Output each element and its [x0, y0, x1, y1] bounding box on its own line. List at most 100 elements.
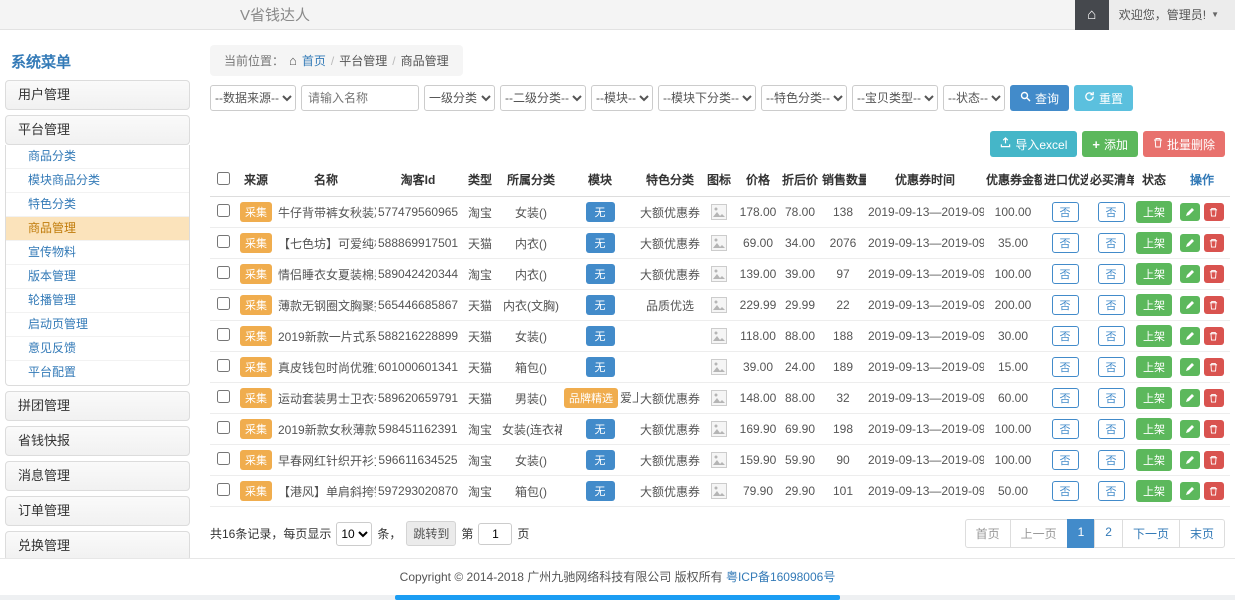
status-button[interactable]: 上架: [1136, 263, 1172, 285]
edit-button[interactable]: [1180, 451, 1200, 469]
import-select-toggle[interactable]: 否: [1052, 419, 1079, 439]
scrollbar-thumb[interactable]: [395, 595, 840, 600]
import-excel-button[interactable]: 导入excel: [990, 131, 1077, 157]
page-size-select[interactable]: 10: [336, 522, 372, 546]
sidebar-subitem-平台配置[interactable]: 平台配置: [6, 361, 189, 385]
sidebar-item-消息管理[interactable]: 消息管理: [5, 461, 190, 491]
sidebar-subitem-启动页管理[interactable]: 启动页管理: [6, 313, 189, 337]
filter-select-3[interactable]: --二级分类--: [500, 85, 586, 111]
import-select-toggle[interactable]: 否: [1052, 233, 1079, 253]
search-button[interactable]: 查询: [1010, 85, 1069, 111]
icp-link[interactable]: 粤ICP备16098006号: [726, 570, 835, 584]
page-button-末页[interactable]: 末页: [1179, 519, 1225, 548]
sidebar-item-平台管理[interactable]: 平台管理: [5, 115, 190, 145]
must-buy-toggle[interactable]: 否: [1098, 450, 1125, 470]
sidebar-subitem-版本管理[interactable]: 版本管理: [6, 265, 189, 289]
status-button[interactable]: 上架: [1136, 387, 1172, 409]
sidebar-item-订单管理[interactable]: 订单管理: [5, 496, 190, 526]
status-button[interactable]: 上架: [1136, 325, 1172, 347]
edit-button[interactable]: [1180, 327, 1200, 345]
filter-select-0[interactable]: --数据来源--: [210, 85, 296, 111]
sidebar-subitem-意见反馈[interactable]: 意见反馈: [6, 337, 189, 361]
sidebar-subitem-商品管理[interactable]: 商品管理: [6, 217, 189, 241]
row-checkbox[interactable]: [217, 266, 230, 279]
must-buy-toggle[interactable]: 否: [1098, 419, 1125, 439]
filter-select-2[interactable]: 一级分类: [424, 85, 495, 111]
import-select-toggle[interactable]: 否: [1052, 357, 1079, 377]
delete-button[interactable]: [1204, 389, 1224, 407]
import-select-toggle[interactable]: 否: [1052, 388, 1079, 408]
edit-button[interactable]: [1180, 296, 1200, 314]
status-button[interactable]: 上架: [1136, 480, 1172, 502]
row-checkbox[interactable]: [217, 483, 230, 496]
row-checkbox[interactable]: [217, 235, 230, 248]
import-select-toggle[interactable]: 否: [1052, 295, 1079, 315]
page-number-input[interactable]: [478, 523, 512, 545]
edit-button[interactable]: [1180, 358, 1200, 376]
select-all-checkbox[interactable]: [217, 172, 230, 185]
sidebar-subitem-模块商品分类[interactable]: 模块商品分类: [6, 169, 189, 193]
must-buy-toggle[interactable]: 否: [1098, 326, 1125, 346]
sidebar-subitem-特色分类[interactable]: 特色分类: [6, 193, 189, 217]
import-select-toggle[interactable]: 否: [1052, 326, 1079, 346]
page-button-首页[interactable]: 首页: [965, 519, 1011, 548]
delete-button[interactable]: [1204, 296, 1224, 314]
user-menu[interactable]: 欢迎您，管理员! ▼: [1109, 6, 1235, 23]
delete-button[interactable]: [1204, 234, 1224, 252]
delete-button[interactable]: [1204, 482, 1224, 500]
status-button[interactable]: 上架: [1136, 201, 1172, 223]
must-buy-toggle[interactable]: 否: [1098, 481, 1125, 501]
row-checkbox[interactable]: [217, 297, 230, 310]
sidebar-item-省钱快报[interactable]: 省钱快报: [5, 426, 190, 456]
row-checkbox[interactable]: [217, 421, 230, 434]
delete-button[interactable]: [1204, 327, 1224, 345]
status-button[interactable]: 上架: [1136, 356, 1172, 378]
must-buy-toggle[interactable]: 否: [1098, 295, 1125, 315]
import-select-toggle[interactable]: 否: [1052, 202, 1079, 222]
sidebar-subitem-轮播管理[interactable]: 轮播管理: [6, 289, 189, 313]
row-checkbox[interactable]: [217, 359, 230, 372]
sidebar-item-拼团管理[interactable]: 拼团管理: [5, 391, 190, 421]
sidebar-item-兑换管理[interactable]: 兑换管理: [5, 531, 190, 561]
page-button-上一页[interactable]: 上一页: [1010, 519, 1068, 548]
import-select-toggle[interactable]: 否: [1052, 481, 1079, 501]
edit-button[interactable]: [1180, 420, 1200, 438]
must-buy-toggle[interactable]: 否: [1098, 233, 1125, 253]
edit-button[interactable]: [1180, 482, 1200, 500]
filter-select-7[interactable]: --宝贝类型--: [852, 85, 938, 111]
page-button-1[interactable]: 1: [1067, 519, 1096, 548]
home-button[interactable]: ⌂: [1075, 0, 1109, 30]
page-button-下一页[interactable]: 下一页: [1122, 519, 1180, 548]
delete-button[interactable]: [1204, 420, 1224, 438]
import-select-toggle[interactable]: 否: [1052, 450, 1079, 470]
horizontal-scrollbar[interactable]: [0, 595, 1235, 600]
breadcrumb-home-link[interactable]: 首页: [302, 52, 326, 69]
filter-select-5[interactable]: --模块下分类--: [658, 85, 756, 111]
page-button-2[interactable]: 2: [1094, 519, 1123, 548]
sidebar-subitem-商品分类[interactable]: 商品分类: [6, 145, 189, 169]
must-buy-toggle[interactable]: 否: [1098, 202, 1125, 222]
status-button[interactable]: 上架: [1136, 232, 1172, 254]
status-button[interactable]: 上架: [1136, 418, 1172, 440]
delete-button[interactable]: [1204, 265, 1224, 283]
must-buy-toggle[interactable]: 否: [1098, 357, 1125, 377]
filter-select-8[interactable]: --状态--: [943, 85, 1005, 111]
status-button[interactable]: 上架: [1136, 294, 1172, 316]
delete-button[interactable]: [1204, 203, 1224, 221]
status-button[interactable]: 上架: [1136, 449, 1172, 471]
delete-button[interactable]: [1204, 358, 1224, 376]
reset-button[interactable]: 重置: [1074, 85, 1133, 111]
edit-button[interactable]: [1180, 203, 1200, 221]
sidebar-subitem-宣传物料[interactable]: 宣传物料: [6, 241, 189, 265]
sidebar-item-用户管理[interactable]: 用户管理: [5, 80, 190, 110]
jump-button[interactable]: 跳转到: [406, 521, 456, 546]
edit-button[interactable]: [1180, 265, 1200, 283]
add-button[interactable]: + 添加: [1082, 131, 1138, 157]
row-checkbox[interactable]: [217, 452, 230, 465]
must-buy-toggle[interactable]: 否: [1098, 388, 1125, 408]
delete-button[interactable]: [1204, 451, 1224, 469]
row-checkbox[interactable]: [217, 390, 230, 403]
row-checkbox[interactable]: [217, 204, 230, 217]
edit-button[interactable]: [1180, 389, 1200, 407]
row-checkbox[interactable]: [217, 328, 230, 341]
